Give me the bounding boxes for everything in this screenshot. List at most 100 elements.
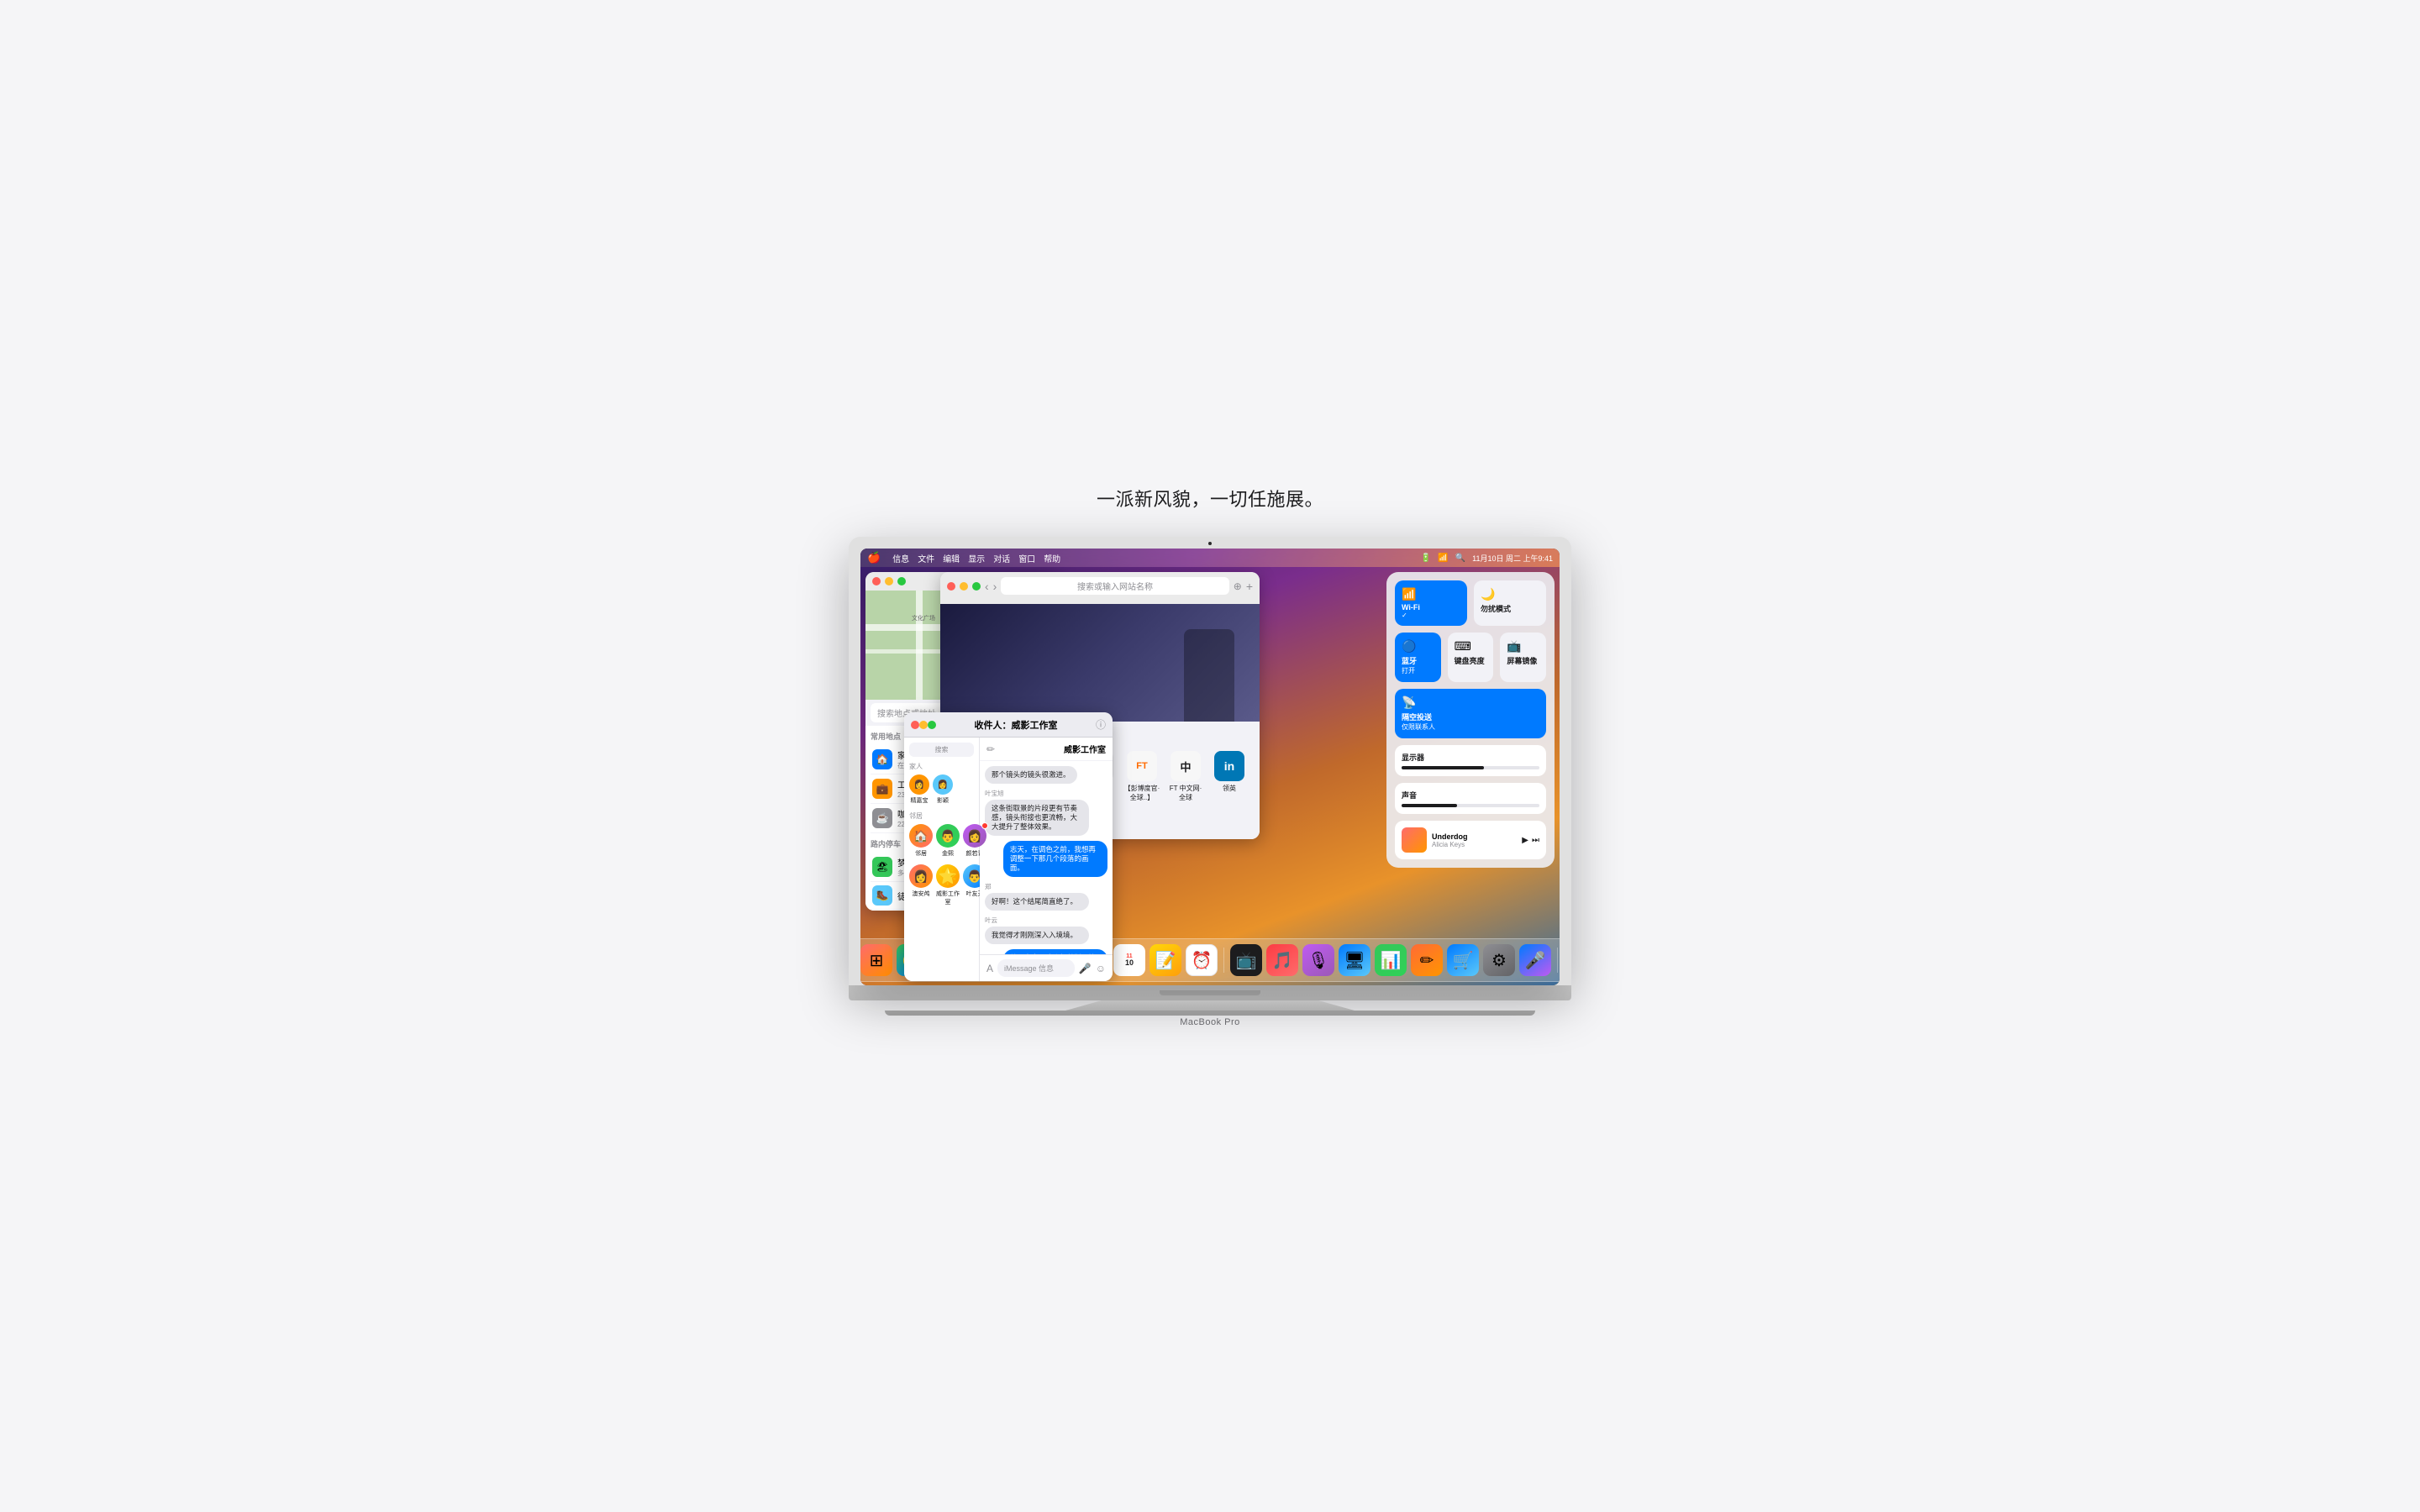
- msg-emoji-btn[interactable]: ☺: [1096, 963, 1106, 974]
- dock-appletv[interactable]: 📺: [1230, 944, 1262, 976]
- menu-help[interactable]: 帮助: [1044, 552, 1060, 564]
- msg-sender-2: 叶宝旭: [985, 789, 1107, 798]
- dock-launchpad[interactable]: ⊞: [860, 944, 892, 976]
- close-button[interactable]: [872, 577, 881, 585]
- minimize-button[interactable]: [885, 577, 893, 585]
- maps-work-icon: 💼: [872, 779, 892, 799]
- dock-calendar[interactable]: 11 10: [1113, 944, 1145, 976]
- msg-bottom-av-1[interactable]: 👩 澳安鸬: [909, 864, 933, 906]
- menu-search[interactable]: 🔍: [1455, 554, 1465, 563]
- dock-podcasts[interactable]: 🎙: [1302, 944, 1334, 976]
- safari-hero: [940, 604, 1260, 722]
- safari-address-bar[interactable]: 搜索或输入网站名称: [1001, 577, 1228, 595]
- dock-siri[interactable]: 🎤: [1519, 944, 1551, 976]
- dock-appstore[interactable]: 🛒: [1447, 944, 1479, 976]
- cc-donotdisturb-card[interactable]: 🌙 勿扰模式: [1474, 580, 1546, 626]
- msg-contact-item-2[interactable]: 👩 影颖: [933, 774, 953, 805]
- cc-brightness-fill: [1402, 766, 1484, 769]
- dock-reminders[interactable]: ⏰: [1186, 944, 1218, 976]
- cc-song-artist: Alicia Keys: [1432, 841, 1517, 848]
- fav-ftchinese-icon: 中: [1171, 751, 1201, 781]
- msg-minimize[interactable]: [919, 721, 928, 729]
- dock-pencil[interactable]: ✏: [1411, 944, 1443, 976]
- apple-menu[interactable]: 🍎: [867, 551, 881, 564]
- menu-window[interactable]: 窗口: [1018, 552, 1035, 564]
- dock-notes[interactable]: 📝: [1150, 944, 1181, 976]
- fav-bloomberg[interactable]: FT 【彭博度官·全球..】: [1123, 751, 1160, 802]
- menu-bar: 🍎 信息 文件 编辑 显示 对话 窗口 帮助 🔋 📶 🔍 11月10日 周二 上…: [860, 549, 1560, 567]
- menu-view[interactable]: 显示: [968, 552, 985, 564]
- cc-display-card: 显示器: [1395, 745, 1546, 776]
- cc-keyboard-card[interactable]: ⌨ 键盘亮度: [1448, 633, 1494, 682]
- safari-hero-figure: [1184, 629, 1234, 722]
- menu-info[interactable]: 信息: [892, 552, 909, 564]
- macbook-base: [849, 985, 1571, 1000]
- forward-button[interactable]: ›: [993, 580, 997, 593]
- dock-divider: [1223, 948, 1224, 973]
- menu-conversation[interactable]: 对话: [993, 552, 1010, 564]
- msg-large-avatar-2[interactable]: 👨 金熙: [936, 824, 960, 858]
- cc-screen-card[interactable]: 📺 屏幕镜像: [1500, 633, 1546, 682]
- cc-bluetooth-card[interactable]: 🔵 蓝牙 打开: [1395, 633, 1441, 682]
- cc-airdrop-card[interactable]: 📡 隔空投送 仅限联系人: [1395, 689, 1546, 738]
- msg-large-av-3: 👩: [963, 824, 986, 848]
- msg-emoji-icon[interactable]: A: [986, 963, 993, 974]
- maximize-button[interactable]: [897, 577, 906, 585]
- msg-input-field[interactable]: iMessage 信息: [997, 959, 1075, 977]
- msg-large-av-2: 👨: [936, 824, 960, 848]
- dock-screens[interactable]: 🖥: [1339, 944, 1370, 976]
- msg-info-icon[interactable]: ⓘ: [1096, 717, 1106, 732]
- msg-large-avatar-1[interactable]: 🏠 邻居: [909, 824, 933, 858]
- menu-bar-left: 🍎 信息 文件 编辑 显示 对话 窗口 帮助: [867, 551, 1060, 564]
- menu-wifi[interactable]: 📶: [1438, 554, 1448, 563]
- msg-bottom-av-name-1: 澳安鸬: [913, 890, 930, 898]
- msg-compose-icon[interactable]: ✏: [986, 743, 995, 755]
- safari-close[interactable]: [947, 582, 955, 591]
- safari-minimize[interactable]: [960, 582, 968, 591]
- cc-dnd-label: 勿扰模式: [1481, 603, 1539, 614]
- msg-avatar-2: 👩: [933, 774, 953, 795]
- screen-mirror-icon: 📺: [1507, 639, 1539, 654]
- msg-input-bar: A iMessage 信息 🎤 ☺: [980, 954, 1113, 981]
- msg-maximize[interactable]: [928, 721, 936, 729]
- cc-wifi-card[interactable]: 📶 Wi-Fi ✓: [1395, 580, 1467, 626]
- msg-bottom-av-2[interactable]: 🌟 威影工作室: [936, 864, 960, 906]
- cc-play-button[interactable]: ▶: [1522, 836, 1528, 845]
- msg-audio-icon[interactable]: 🎤: [1079, 963, 1092, 974]
- menu-edit[interactable]: 编辑: [943, 552, 960, 564]
- cc-next-button[interactable]: ⏭: [1532, 836, 1539, 845]
- cc-airdrop-label: 隔空投送: [1402, 711, 1539, 722]
- menu-file[interactable]: 文件: [918, 552, 934, 564]
- messages-chat: ✏ 威影工作室 那个镜头的镜头很激进。 叶宝旭 这条街取: [980, 738, 1113, 981]
- fav-ftchinese[interactable]: 中 FT 中文网·全球: [1167, 751, 1204, 802]
- safari-maximize[interactable]: [972, 582, 981, 591]
- macbook-notch: [1160, 990, 1260, 995]
- msg-bubble-5-wrapper: 叶云 我觉得才刚刚深入入境境。: [985, 916, 1107, 944]
- back-button[interactable]: ‹: [985, 580, 989, 593]
- cc-volume-slider[interactable]: [1402, 804, 1539, 807]
- msg-search-box[interactable]: 搜索: [909, 743, 974, 757]
- cc-screen-label: 屏幕镜像: [1507, 655, 1539, 666]
- page-headline: 一派新风貌，一切任施展。: [1097, 485, 1323, 512]
- msg-contact-grid: 👩 精嘉宝 👩 影颖: [909, 774, 974, 805]
- cc-row-1: 📶 Wi-Fi ✓ 🌙 勿扰模式: [1395, 580, 1546, 626]
- cc-sound-card: 声音: [1395, 783, 1546, 814]
- msg-bottom-av-icon-1: 👩: [909, 864, 933, 888]
- msg-bottom-av-name-2: 威影工作室: [936, 890, 960, 906]
- msg-close[interactable]: [911, 721, 919, 729]
- safari-share[interactable]: ⊕: [1234, 580, 1242, 592]
- menu-battery: 🔋: [1421, 554, 1431, 563]
- safari-new-tab[interactable]: +: [1246, 580, 1253, 593]
- cc-row-3: 📡 隔空投送 仅限联系人: [1395, 689, 1546, 738]
- dock-music[interactable]: 🎵: [1266, 944, 1298, 976]
- cc-brightness-slider[interactable]: [1402, 766, 1539, 769]
- cc-song-title: Underdog: [1432, 832, 1517, 841]
- dock-settings[interactable]: ⚙: [1483, 944, 1515, 976]
- messages-sidebar: 搜索 家人 👩 精嘉宝 👩 影颖: [904, 738, 980, 981]
- macbook-model-name: MacBook Pro: [1180, 1017, 1240, 1027]
- fav-linkedin[interactable]: in 领英: [1211, 751, 1248, 802]
- macbook-wrapper: 🍎 信息 文件 编辑 显示 对话 窗口 帮助 🔋 📶 🔍 11月10日 周二 上…: [849, 537, 1571, 1016]
- cc-now-playing: Underdog Alicia Keys ▶ ⏭: [1395, 821, 1546, 859]
- msg-contact-item[interactable]: 👩 精嘉宝: [909, 774, 929, 805]
- dock-numbers[interactable]: 📊: [1375, 944, 1407, 976]
